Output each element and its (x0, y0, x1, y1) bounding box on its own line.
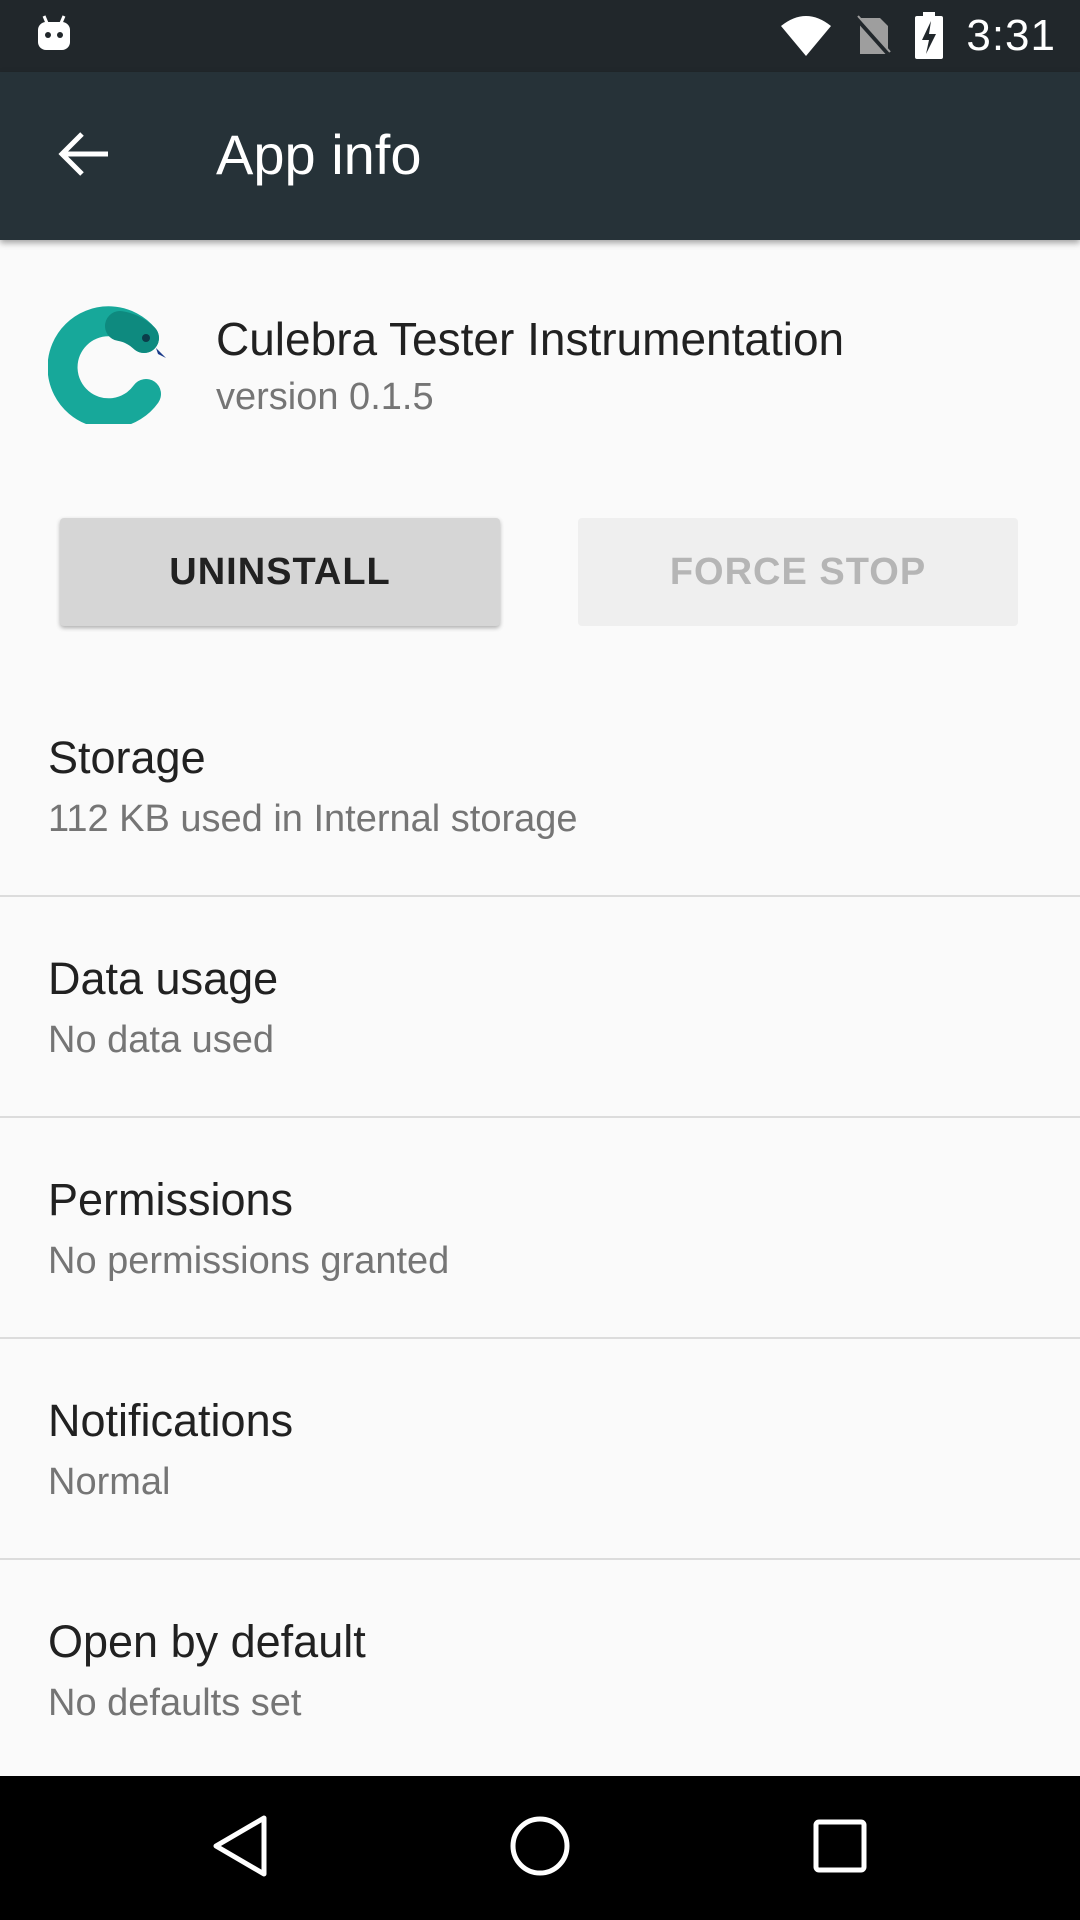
item-subtitle: No permissions granted (48, 1240, 450, 1282)
nav-recents-button[interactable] (780, 1800, 900, 1896)
battery-charging-icon (914, 12, 944, 60)
item-subtitle: 112 KB used in Internal storage (48, 798, 578, 840)
arrow-back-icon (58, 128, 110, 185)
nav-back-button[interactable] (180, 1800, 300, 1896)
android-notification-icon (36, 14, 72, 54)
navigation-bar (0, 1776, 1080, 1920)
uninstall-button[interactable]: UNINSTALL (60, 518, 500, 626)
item-title: Notifications (48, 1395, 294, 1446)
force-stop-button[interactable]: FORCE STOP (578, 518, 1018, 626)
app-name: Culebra Tester Instrumentation (216, 313, 845, 365)
page-title: App info (216, 123, 422, 186)
back-button[interactable] (36, 108, 132, 204)
status-time: 3:31 (966, 11, 1056, 60)
list-item-storage[interactable]: Storage 112 KB used in Internal storage (0, 676, 1080, 897)
nav-back-icon (210, 1814, 270, 1883)
item-title: Permissions (48, 1174, 294, 1225)
status-bar: 3:31 (0, 0, 1080, 72)
item-subtitle: No data used (48, 1019, 275, 1061)
nav-home-icon (508, 1814, 572, 1883)
app-info-list: Storage 112 KB used in Internal storage … (0, 676, 1080, 1781)
nav-recents-icon (812, 1818, 868, 1879)
app-info-screen: 3:31 App info Culebra Tester Instrumenta… (0, 0, 1080, 1920)
item-subtitle: Normal (48, 1461, 171, 1503)
list-item-permissions[interactable]: Permissions No permissions granted (0, 1118, 1080, 1339)
status-icons: 3:31 (780, 0, 1056, 72)
item-title: Data usage (48, 953, 279, 1004)
list-item-data-usage[interactable]: Data usage No data used (0, 897, 1080, 1118)
wifi-icon (780, 14, 832, 58)
list-item-notifications[interactable]: Notifications Normal (0, 1339, 1080, 1560)
item-title: Storage (48, 732, 206, 783)
item-subtitle: No defaults set (48, 1682, 302, 1724)
item-title: Open by default (48, 1616, 366, 1667)
nav-home-button[interactable] (480, 1800, 600, 1896)
app-version: version 0.1.5 (216, 376, 434, 418)
app-header: Culebra Tester Instrumentation version 0… (0, 240, 1080, 480)
app-bar: App info (0, 72, 1080, 240)
list-item-open-by-default[interactable]: Open by default No defaults set (0, 1560, 1080, 1781)
culebra-snake-icon (47, 304, 168, 429)
no-sim-icon (854, 14, 892, 58)
